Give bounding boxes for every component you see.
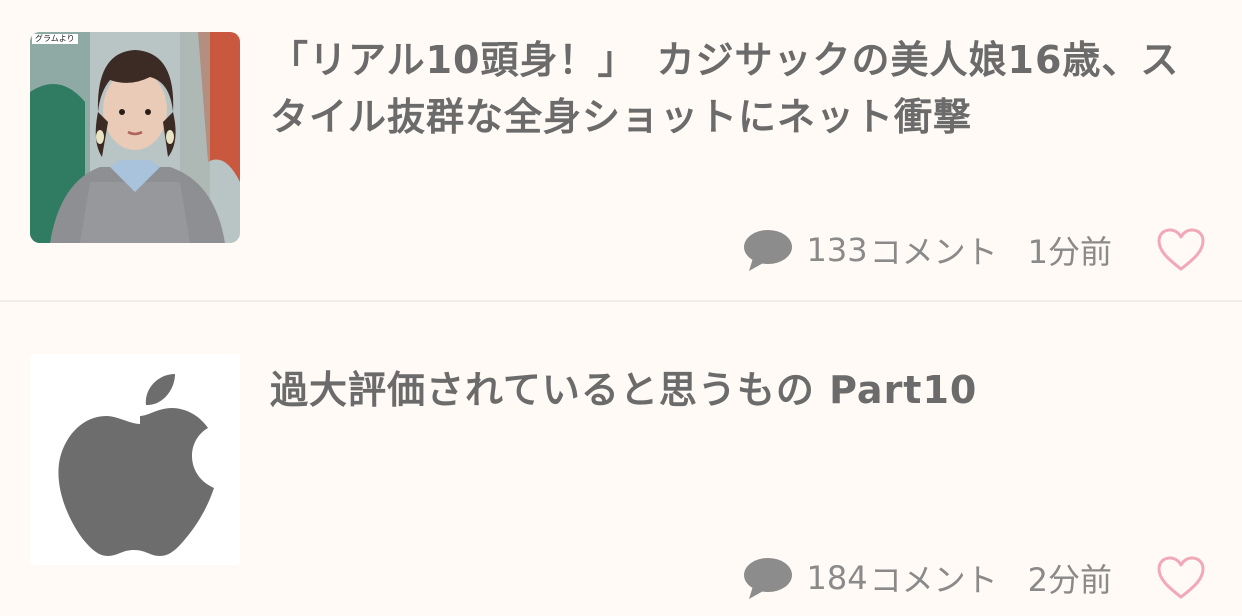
topic-item[interactable]: 過大評価されていると思うもの Part10 184 コメント 2分前 xyxy=(0,302,1242,602)
post-time: 1分前 xyxy=(1027,233,1112,271)
comment-count: 133 xyxy=(806,231,868,269)
apple-logo-icon xyxy=(58,374,240,556)
speech-bubble-icon xyxy=(743,230,792,271)
topic-feed: グラムより 「リアル10頭身！」 カジサックの美人娘16歳、スタイル抜群な全身シ… xyxy=(0,0,1242,616)
portrait-photo xyxy=(30,32,240,243)
topic-meta: 184 コメント 2分前 xyxy=(743,550,1206,606)
image-credit-label: グラムより xyxy=(32,34,78,44)
comment-count: 184 xyxy=(806,559,868,597)
topic-meta: 133 コメント 1分前 xyxy=(743,222,1206,278)
topic-title[interactable]: 過大評価されていると思うもの Part10 xyxy=(270,362,1215,419)
topic-thumbnail-photo[interactable]: グラムより xyxy=(30,32,240,243)
heart-outline-icon[interactable] xyxy=(1156,227,1206,273)
comment-count-unit: コメント xyxy=(869,233,998,271)
topic-item[interactable]: グラムより 「リアル10頭身！」 カジサックの美人娘16歳、スタイル抜群な全身シ… xyxy=(0,0,1242,300)
heart-outline-icon[interactable] xyxy=(1156,555,1206,601)
topic-title[interactable]: 「リアル10頭身！」 カジサックの美人娘16歳、スタイル抜群な全身ショットにネッ… xyxy=(270,32,1215,146)
topic-thumbnail-logo[interactable] xyxy=(30,354,240,565)
post-time: 2分前 xyxy=(1027,561,1112,599)
comment-count-unit: コメント xyxy=(869,561,998,599)
speech-bubble-icon xyxy=(743,558,792,599)
